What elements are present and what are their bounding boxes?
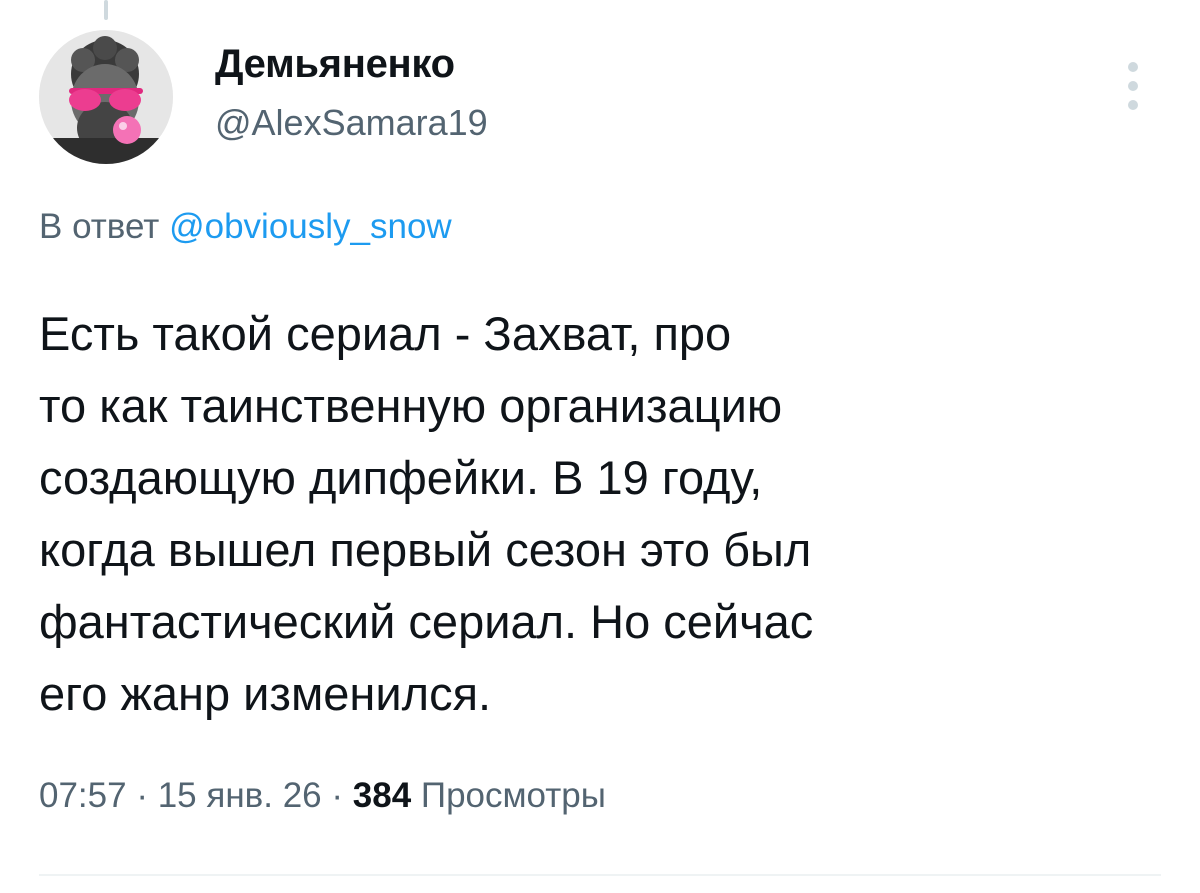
more-vertical-icon-dot — [1128, 100, 1138, 110]
avatar[interactable] — [39, 30, 173, 164]
author-handle[interactable]: @AlexSamara19 — [215, 102, 488, 144]
tweet-text: Есть такой сериал - Захват, про то как т… — [39, 298, 1169, 730]
tweet-text-line: создающую дипфейки. В 19 году, — [39, 451, 763, 504]
meta-separator: · — [331, 776, 344, 815]
reply-to-context: В ответ @obviously_snow — [39, 207, 452, 247]
tweet-text-line: когда вышел первый сезон это был — [39, 523, 812, 576]
tweet-text-line: его жанр изменился. — [39, 667, 492, 720]
views-count: 384 — [352, 776, 412, 815]
more-options-button[interactable] — [1118, 56, 1148, 116]
tweet-meta: 07:57 · 15 янв. 26 · 384 Просмотры — [39, 776, 606, 816]
tweet-time[interactable]: 07:57 — [39, 776, 127, 815]
meta-separator: · — [136, 776, 148, 815]
tweet-text-line: фантастический сериал. Но сейчас — [39, 595, 814, 648]
tweet-date[interactable]: 15 янв. 26 — [158, 776, 322, 815]
tweet-text-line: то как таинственную организацию — [39, 379, 783, 432]
more-vertical-icon — [1128, 62, 1138, 72]
views-label: Просмотры — [420, 776, 606, 815]
author-display-name[interactable]: Демьяненко — [215, 42, 455, 87]
reply-to-prefix: В ответ — [39, 207, 160, 246]
reply-to-mention-link[interactable]: @obviously_snow — [169, 207, 452, 246]
user-avatar-icon — [39, 30, 173, 164]
more-vertical-icon-dot — [1128, 81, 1138, 91]
thread-connector-line — [104, 0, 108, 20]
divider — [39, 874, 1161, 876]
tweet-text-line: Есть такой сериал - Захват, про — [39, 307, 732, 360]
